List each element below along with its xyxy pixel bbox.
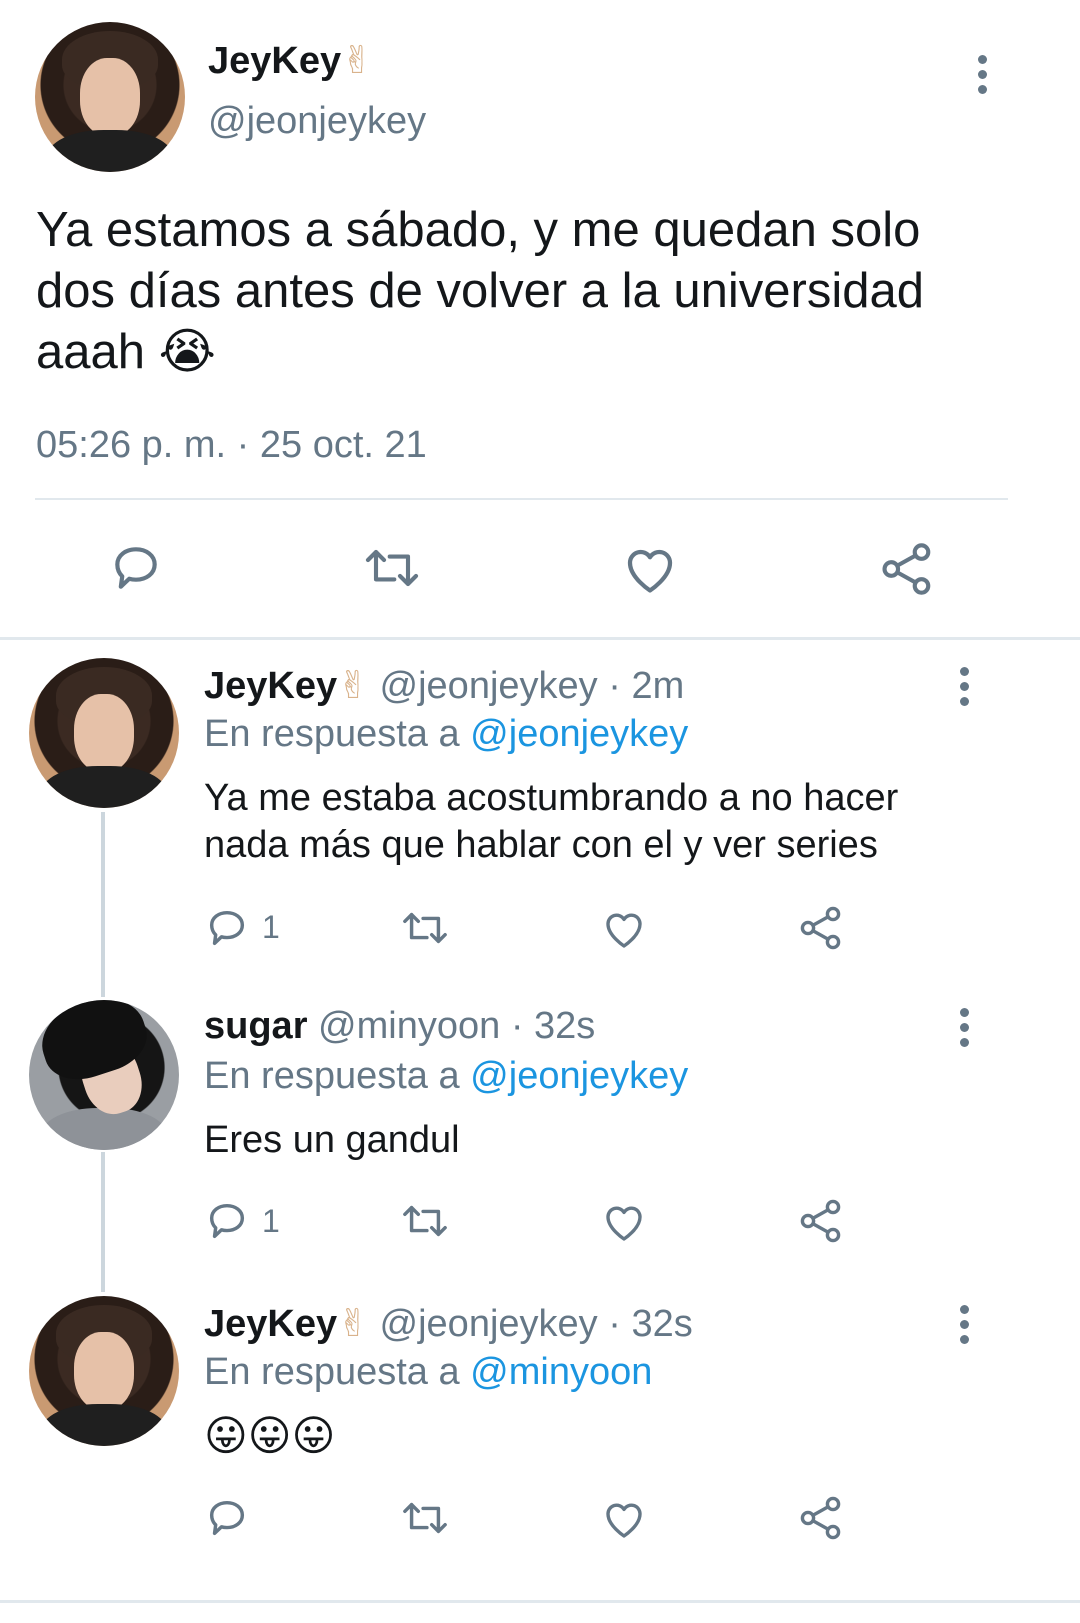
- reply-time: · 32s: [510, 1005, 596, 1047]
- reply-header: sugar @minyoon · 32s: [204, 1005, 595, 1048]
- author-name[interactable]: JeyKey✌: [208, 38, 373, 83]
- victory-hand-emoji: ✌: [341, 40, 373, 82]
- retweet-icon[interactable]: [398, 905, 452, 951]
- reply-count: 1: [262, 909, 280, 945]
- reply-to-link[interactable]: @jeonjeykey: [470, 713, 688, 755]
- reply-icon[interactable]: [204, 1495, 250, 1541]
- author-handle[interactable]: @jeonjeykey: [380, 1303, 598, 1345]
- display-name[interactable]: JeyKey: [204, 665, 337, 707]
- avatar[interactable]: [29, 1000, 179, 1150]
- bottom-divider: [0, 1600, 1080, 1603]
- share-icon[interactable]: [797, 1494, 845, 1542]
- crying-face-emoji: 😭: [158, 325, 216, 379]
- avatar-shirt: [41, 1108, 167, 1150]
- avatar-face: [80, 58, 140, 136]
- reply-text: Eres un gandul: [204, 1117, 460, 1164]
- divider: [35, 498, 1008, 500]
- reply-prefix: En respuesta a: [204, 1055, 460, 1097]
- author-handle[interactable]: @jeonjeykey: [208, 100, 426, 143]
- more-vertical-icon[interactable]: [978, 55, 988, 100]
- retweet-icon[interactable]: [398, 1198, 452, 1244]
- avatar-shirt: [41, 1404, 167, 1446]
- heart-icon[interactable]: [600, 905, 648, 951]
- thread-line: [101, 1152, 105, 1292]
- reply-text-line: nada más que hablar con el y ver series: [204, 824, 878, 866]
- avatar-shirt: [41, 766, 167, 808]
- reply-context: En respuesta a @jeonjeykey: [204, 1055, 688, 1098]
- avatar[interactable]: [29, 1296, 179, 1446]
- author-handle[interactable]: @minyoon: [318, 1005, 500, 1047]
- reply-text-line: Eres un gandul: [204, 1119, 460, 1161]
- avatar[interactable]: [35, 22, 185, 172]
- reply-context: En respuesta a @minyoon: [204, 1351, 652, 1394]
- display-name: JeyKey: [208, 40, 342, 82]
- reply-icon[interactable]: [204, 1198, 250, 1244]
- reply-icon[interactable]: [204, 905, 250, 951]
- reply-context: En respuesta a @jeonjeykey: [204, 713, 688, 756]
- heart-icon[interactable]: [600, 1495, 648, 1541]
- heart-icon[interactable]: [600, 1198, 648, 1244]
- more-vertical-icon[interactable]: [960, 1008, 970, 1053]
- avatar-face: [74, 1332, 134, 1410]
- reply-icon[interactable]: [108, 540, 164, 596]
- reply-prefix: En respuesta a: [204, 1351, 460, 1393]
- section-divider: [0, 637, 1080, 640]
- heart-icon[interactable]: [620, 540, 680, 596]
- reply-prefix: En respuesta a: [204, 713, 460, 755]
- reply-header: JeyKey✌ @jeonjeykey · 32s: [204, 1301, 693, 1346]
- tweet-text-line: aaah 😭: [36, 322, 924, 383]
- avatar-shirt: [47, 130, 173, 172]
- reply-text: Ya me estaba acostumbrando a no hacer na…: [204, 775, 898, 869]
- retweet-icon[interactable]: [360, 540, 424, 596]
- timestamp[interactable]: 05:26 p. m. · 25 oct. 21: [36, 424, 427, 467]
- reply-header: JeyKey✌ @jeonjeykey · 2m: [204, 663, 684, 708]
- avatar[interactable]: [29, 658, 179, 808]
- display-name[interactable]: JeyKey: [204, 1303, 337, 1345]
- reply-text-line: Ya me estaba acostumbrando a no hacer: [204, 777, 899, 819]
- share-icon[interactable]: [878, 540, 936, 598]
- reply-text-line: 😛😛😛: [204, 1412, 336, 1459]
- display-name[interactable]: sugar: [204, 1005, 307, 1047]
- thread-line: [101, 812, 105, 997]
- avatar-face: [74, 694, 134, 772]
- victory-hand-emoji: ✌: [337, 665, 369, 707]
- tweet-text-line: dos días antes de volver a la universida…: [36, 264, 924, 318]
- more-vertical-icon[interactable]: [960, 1305, 970, 1350]
- victory-hand-emoji: ✌: [337, 1303, 369, 1345]
- share-icon[interactable]: [797, 904, 845, 952]
- reply-to-link[interactable]: @minyoon: [470, 1351, 652, 1393]
- reply-count: 1: [262, 1203, 280, 1239]
- retweet-icon[interactable]: [398, 1495, 452, 1541]
- tweet-text: Ya estamos a sábado, y me quedan solo do…: [36, 200, 924, 383]
- tweet-text-line: Ya estamos a sábado, y me quedan solo: [36, 203, 921, 257]
- share-icon[interactable]: [797, 1197, 845, 1245]
- reply-time: · 32s: [608, 1303, 693, 1345]
- tweet-text-line-end: aaah: [36, 325, 146, 379]
- author-handle[interactable]: @jeonjeykey: [380, 665, 598, 707]
- reply-text: 😛😛😛: [204, 1410, 335, 1462]
- reply-time: · 2m: [608, 665, 685, 707]
- more-vertical-icon[interactable]: [960, 667, 970, 712]
- reply-to-link[interactable]: @jeonjeykey: [470, 1055, 688, 1097]
